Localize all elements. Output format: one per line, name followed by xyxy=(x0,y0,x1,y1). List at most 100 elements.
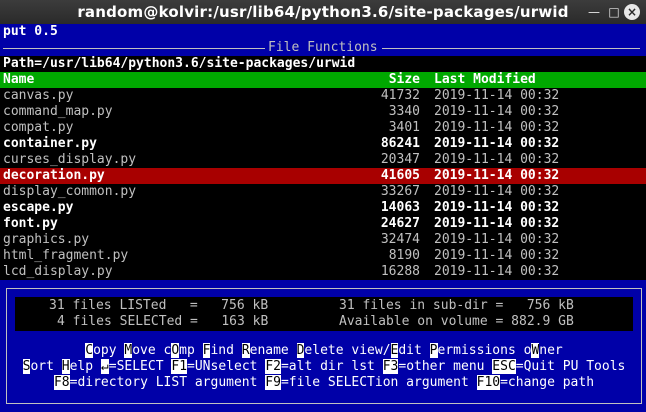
top-line: put 0.5 xyxy=(3,24,58,39)
file-name: container.py xyxy=(3,136,97,151)
file-row[interactable]: curses_display.py 20347 2019-11-14 00:32 xyxy=(0,152,646,168)
menu-hotkey: H xyxy=(61,359,70,374)
menu-hotkey: F9 xyxy=(265,375,281,390)
menu-item[interactable]: ↵=SELECT xyxy=(100,359,164,374)
file-name: canvas.py xyxy=(3,88,74,103)
file-row[interactable]: container.py 86241 2019-11-14 00:32 xyxy=(0,136,646,152)
file-size: 86241 xyxy=(380,136,420,151)
menu-item[interactable]: ESC=Quit PU Tools xyxy=(492,359,625,374)
menu-item[interactable]: Delete xyxy=(296,343,344,358)
menu-hotkey: P xyxy=(429,343,438,358)
file-row[interactable]: html_fragment.py 8190 2019-11-14 00:32 xyxy=(0,248,646,264)
terminal-content: put 0.5 File Functions Path=/usr/lib64/p… xyxy=(0,24,646,412)
file-modified: 2019-11-14 00:32 xyxy=(434,136,560,151)
menu-item-label: ort xyxy=(30,359,54,374)
menu-item[interactable]: oWner xyxy=(524,343,563,358)
file-modified: 2019-11-14 00:32 xyxy=(434,152,560,167)
file-name: html_fragment.py xyxy=(3,248,129,263)
window-title: random@kolvir:/usr/lib64/python3.6/site-… xyxy=(77,3,569,21)
menu-hotkey: F3 xyxy=(382,359,399,374)
file-name: decoration.py xyxy=(3,168,105,183)
file-size: 14063 xyxy=(380,200,420,215)
column-modified-header[interactable]: Last Modified xyxy=(434,72,536,88)
file-modified: 2019-11-14 00:32 xyxy=(434,184,560,199)
file-name: curses_display.py xyxy=(3,152,137,167)
menu-item-label: =alt dir lst xyxy=(280,359,375,374)
menu-hotkey: F8 xyxy=(53,375,70,390)
column-name-header[interactable]: Name xyxy=(3,72,34,88)
menu-hotkey: ESC xyxy=(492,359,516,374)
file-modified: 2019-11-14 00:32 xyxy=(434,216,560,231)
menu-item-label: ove xyxy=(132,343,156,358)
file-modified: 2019-11-14 00:32 xyxy=(434,200,560,215)
file-list: canvas.py 41732 2019-11-14 00:32 command_ma… xyxy=(0,88,646,280)
section-title: File Functions xyxy=(268,40,378,55)
file-row[interactable]: lcd_display.py 16288 2019-11-14 00:32 xyxy=(0,264,646,280)
menu-row-3: F8=directory LIST argument F9=file SELEC… xyxy=(7,375,641,391)
menu-item-label: =file SELECTion argument xyxy=(280,375,469,390)
menu-item-label: ermissions xyxy=(437,343,516,358)
file-size: 20347 xyxy=(380,152,420,167)
file-size: 41732 xyxy=(380,88,420,103)
file-modified: 2019-11-14 00:32 xyxy=(434,168,560,183)
menu-item-label: =other menu xyxy=(398,359,485,374)
file-row[interactable]: graphics.py 32474 2019-11-14 00:32 xyxy=(0,232,646,248)
section-title-bar: File Functions xyxy=(0,40,646,56)
menu-item[interactable]: Rename xyxy=(241,343,289,358)
terminal-window: random@kolvir:/usr/lib64/python3.6/site-… xyxy=(0,0,646,412)
stat-listed: 31 files LISTed = 756 kB xyxy=(49,298,269,313)
stats-box: 31 files LISTed = 756 kB 31 files in sub… xyxy=(15,297,633,331)
menu-item[interactable]: Sort xyxy=(22,359,54,374)
menu-item[interactable]: cOmp xyxy=(164,343,195,358)
menu-item-label: opy xyxy=(93,343,117,358)
menu-item[interactable]: Move xyxy=(124,343,156,358)
menu-item-label: =SELECT xyxy=(108,359,164,374)
file-row[interactable]: font.py 24627 2019-11-14 00:32 xyxy=(0,216,646,232)
minimize-icon[interactable]: — xyxy=(586,4,602,20)
menu-item[interactable]: Find xyxy=(202,343,234,358)
file-row[interactable]: escape.py 14063 2019-11-14 00:32 xyxy=(0,200,646,216)
menu-item[interactable]: F1=UNselect xyxy=(171,359,257,374)
file-size: 3340 xyxy=(388,104,420,119)
menu-item-label: ind xyxy=(210,343,234,358)
menu-item[interactable]: Copy xyxy=(85,343,117,358)
menu-row-1: Copy Move cOmp Find Rename Delete view/E… xyxy=(7,343,641,359)
maximize-icon[interactable]: □ xyxy=(606,4,622,20)
menu-item-label: ner xyxy=(539,343,563,358)
menu-item[interactable]: Permissions xyxy=(429,343,516,358)
file-size: 41605 xyxy=(380,168,420,183)
menu-hotkey: R xyxy=(241,343,250,358)
menu-item-label: =directory LIST argument xyxy=(69,375,258,390)
file-name: lcd_display.py xyxy=(3,264,113,279)
file-size: 24627 xyxy=(380,216,420,231)
file-row[interactable]: canvas.py 41732 2019-11-14 00:32 xyxy=(0,88,646,104)
menu-item[interactable]: F10=change path xyxy=(476,375,594,390)
menu-item[interactable]: Help xyxy=(61,359,94,374)
path-line: Path=/usr/lib64/python3.6/site-packages/… xyxy=(0,56,646,72)
menu-item[interactable]: F3=other menu xyxy=(382,359,485,374)
file-name: escape.py xyxy=(3,200,74,215)
file-row[interactable]: display_common.py 33267 2019-11-14 00:32 xyxy=(0,184,646,200)
menu-item[interactable]: F8=directory LIST argument xyxy=(53,375,258,390)
file-name: graphics.py xyxy=(3,232,90,247)
close-icon[interactable]: × xyxy=(624,4,640,20)
menu-item-label: ename xyxy=(249,343,289,358)
column-size-header[interactable]: Size xyxy=(389,72,420,88)
file-modified: 2019-11-14 00:32 xyxy=(434,120,560,135)
menu-item-label: mp xyxy=(179,343,195,358)
menu-item-prefix: view/ xyxy=(351,343,391,358)
file-list-header: Name Size Last Modified xyxy=(0,72,646,88)
file-row[interactable]: compat.py 3401 2019-11-14 00:32 xyxy=(0,120,646,136)
title-bar[interactable]: random@kolvir:/usr/lib64/python3.6/site-… xyxy=(0,0,646,24)
file-size: 8190 xyxy=(388,248,420,263)
menu-item-label: elp xyxy=(69,359,94,374)
menu-item[interactable]: F2=alt dir lst xyxy=(265,359,375,374)
file-row[interactable]: decoration.py 41605 2019-11-14 00:32 xyxy=(0,168,646,184)
menu-hotkey: F10 xyxy=(476,375,501,390)
menu-item[interactable]: F9=file SELECTion argument xyxy=(265,375,469,390)
menu-hotkey: F1 xyxy=(171,359,188,374)
menu-item[interactable]: view/Edit xyxy=(351,343,422,358)
file-size: 32474 xyxy=(380,232,420,247)
file-row[interactable]: command_map.py 3340 2019-11-14 00:32 xyxy=(0,104,646,120)
file-modified: 2019-11-14 00:32 xyxy=(434,88,560,103)
